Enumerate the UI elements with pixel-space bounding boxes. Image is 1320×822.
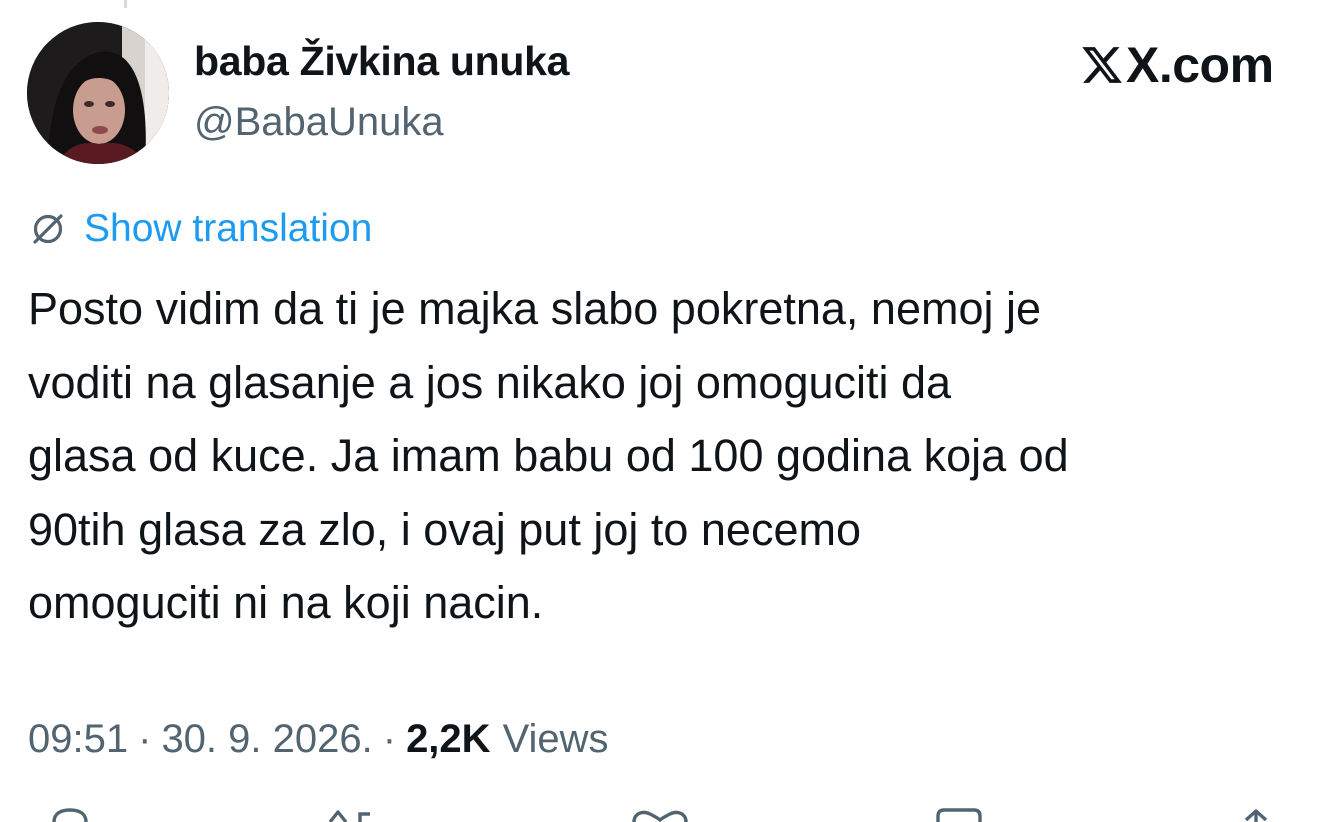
avatar-photo <box>27 22 169 164</box>
bookmark-icon[interactable] <box>934 808 984 822</box>
views-count: 2,2K <box>406 716 491 761</box>
avatar[interactable] <box>27 22 169 164</box>
reply-icon[interactable] <box>50 808 90 822</box>
x-logo-icon <box>1082 47 1122 83</box>
tweet-date[interactable]: 30. 9. 2026. <box>161 717 372 762</box>
show-translation-link[interactable]: Show translation <box>84 207 372 251</box>
top-divider-tick <box>124 0 127 8</box>
share-icon[interactable] <box>1236 808 1276 822</box>
views-label: Views <box>502 716 609 761</box>
meta-separator: · <box>382 716 397 761</box>
repost-icon[interactable] <box>326 808 406 822</box>
author-handle[interactable]: @BabaUnuka <box>194 100 444 145</box>
author-display-name[interactable]: baba Živkina unuka <box>194 38 569 85</box>
brand-domain-text: X.com <box>1126 37 1274 93</box>
tweet-text: Posto vidim da ti je majka slabo pokretn… <box>28 272 1298 640</box>
tweet-text-line: voditi na glasanje a jos nikako joj omog… <box>28 356 952 408</box>
tweet-text-line: Posto vidim da ti je majka slabo pokretn… <box>28 283 1042 334</box>
brand-logo: X.com <box>1080 34 1274 96</box>
action-bar <box>0 808 1320 822</box>
tweet-meta: 09:51 · 30. 9. 2026. · 2,2K Views <box>28 713 609 765</box>
show-translation-row[interactable]: Show translation <box>28 206 372 252</box>
tweet-time[interactable]: 09:51 <box>28 717 128 762</box>
meta-separator: · <box>138 716 152 761</box>
tweet-text-line: omoguciti ni na koji nacin. <box>28 577 544 628</box>
tweet-text-line: 90tih glasa za zlo, i ovaj put joj to ne… <box>28 503 861 555</box>
tweet-text-line: glasa od kuce. Ja imam babu od 100 godin… <box>28 430 1069 481</box>
like-icon[interactable] <box>630 808 690 822</box>
globe-slash-icon <box>33 214 63 244</box>
